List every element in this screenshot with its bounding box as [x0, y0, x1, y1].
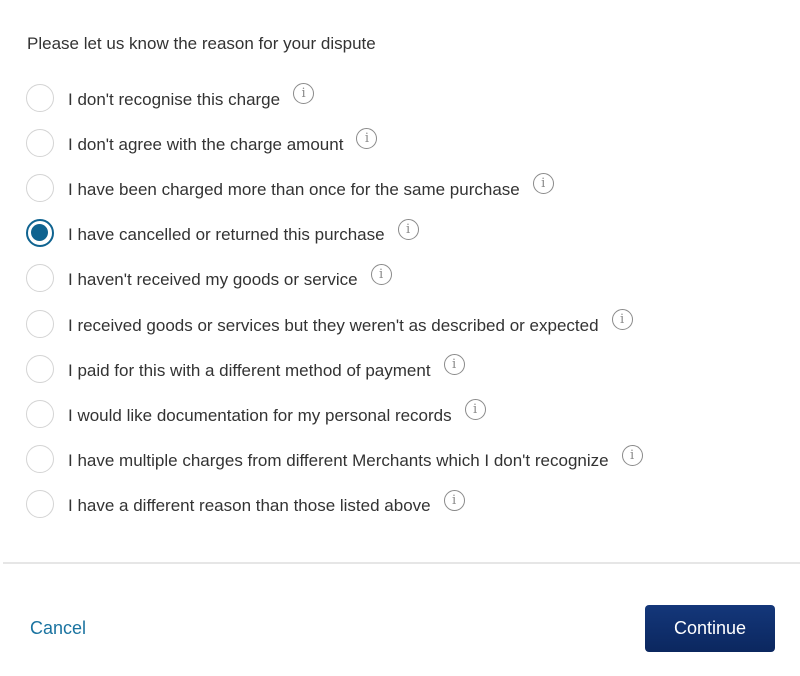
- reason-option-label: I don't agree with the charge amount: [68, 134, 344, 154]
- reason-option[interactable]: I have a different reason than those lis…: [26, 482, 643, 527]
- info-icon[interactable]: i: [397, 218, 419, 240]
- radio-button-checked[interactable]: [26, 219, 54, 248]
- reason-option[interactable]: I have multiple charges from different M…: [26, 437, 643, 482]
- info-icon[interactable]: i: [532, 173, 554, 195]
- info-icon[interactable]: i: [621, 444, 643, 466]
- reason-option[interactable]: I have been charged more than once for t…: [26, 165, 643, 210]
- footer-divider: [3, 562, 800, 564]
- info-icon[interactable]: i: [356, 128, 378, 150]
- info-icon[interactable]: i: [464, 399, 486, 421]
- dispute-reason-radio-group: I don't recognise this charge i I don't …: [26, 75, 643, 527]
- info-icon[interactable]: i: [293, 83, 315, 105]
- radio-button[interactable]: [26, 399, 54, 428]
- radio-button[interactable]: [26, 173, 54, 202]
- reason-option-label: I have a different reason than those lis…: [68, 496, 431, 516]
- radio-button[interactable]: [26, 490, 54, 519]
- dispute-reason-question: Please let us know the reason for your d…: [27, 34, 376, 53]
- reason-option-selected[interactable]: I have cancelled or returned this purcha…: [26, 211, 643, 256]
- info-icon[interactable]: i: [370, 263, 392, 285]
- radio-button[interactable]: [26, 83, 54, 112]
- reason-option[interactable]: I received goods or services but they we…: [26, 301, 643, 346]
- radio-button[interactable]: [26, 445, 54, 474]
- info-icon[interactable]: i: [443, 354, 465, 376]
- reason-option-label: I have been charged more than once for t…: [68, 179, 520, 199]
- info-icon[interactable]: i: [443, 489, 465, 511]
- reason-option-label: I don't recognise this charge: [68, 89, 281, 109]
- reason-option[interactable]: I would like documentation for my person…: [26, 391, 643, 436]
- reason-option-label: I would like documentation for my person…: [68, 405, 452, 425]
- cancel-link[interactable]: Cancel: [30, 618, 86, 639]
- reason-option[interactable]: I don't agree with the charge amount i: [26, 120, 643, 165]
- radio-button[interactable]: [26, 128, 54, 157]
- radio-button[interactable]: [26, 354, 54, 383]
- radio-button[interactable]: [26, 309, 54, 338]
- reason-option-label: I have cancelled or returned this purcha…: [68, 225, 385, 245]
- reason-option-label: I haven't received my goods or service: [68, 270, 358, 290]
- reason-option-label: I received goods or services but they we…: [68, 315, 599, 335]
- reason-option-label: I have multiple charges from different M…: [68, 451, 609, 471]
- reason-option[interactable]: I haven't received my goods or service i: [26, 256, 643, 301]
- continue-button[interactable]: Continue: [645, 605, 775, 652]
- reason-option[interactable]: I don't recognise this charge i: [26, 75, 643, 120]
- reason-option-label: I paid for this with a different method …: [68, 360, 431, 380]
- radio-button[interactable]: [26, 264, 54, 293]
- reason-option[interactable]: I paid for this with a different method …: [26, 346, 643, 391]
- info-icon[interactable]: i: [611, 309, 633, 331]
